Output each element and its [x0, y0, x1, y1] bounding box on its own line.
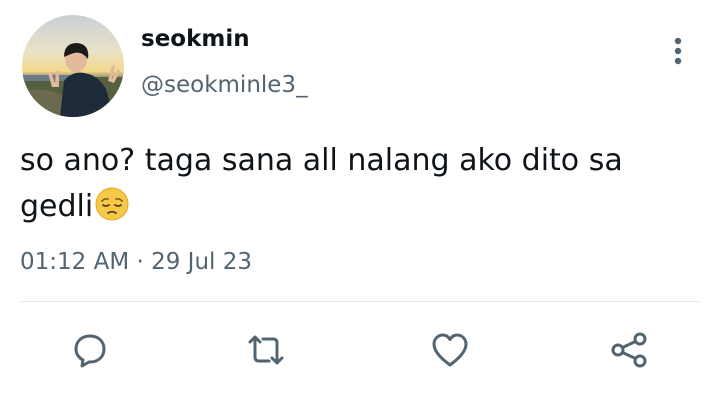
tweet-timestamp: 01:12 AM · 29 Jul 23 — [20, 249, 253, 275]
heart-icon — [432, 333, 468, 367]
share-icon — [611, 332, 647, 368]
user-handle[interactable]: @seokminle3_ — [141, 72, 308, 98]
more-vertical-icon — [674, 37, 682, 65]
retweet-icon — [248, 335, 284, 365]
more-options-button[interactable] — [664, 32, 692, 68]
tweet-text: so ano? taga sana all nalang ako dito sa… — [20, 138, 700, 230]
avatar[interactable] — [22, 15, 124, 117]
reply-icon — [74, 334, 106, 368]
divider — [20, 301, 700, 302]
share-button[interactable] — [608, 330, 652, 370]
tweet-card: seokmin @seokminle3_ so ano? taga sana a… — [0, 0, 720, 402]
display-name[interactable]: seokmin — [141, 26, 250, 52]
reply-button[interactable] — [68, 330, 112, 370]
pensive-face-emoji — [95, 187, 129, 221]
like-button[interactable] — [428, 330, 472, 370]
retweet-button[interactable] — [244, 330, 288, 370]
